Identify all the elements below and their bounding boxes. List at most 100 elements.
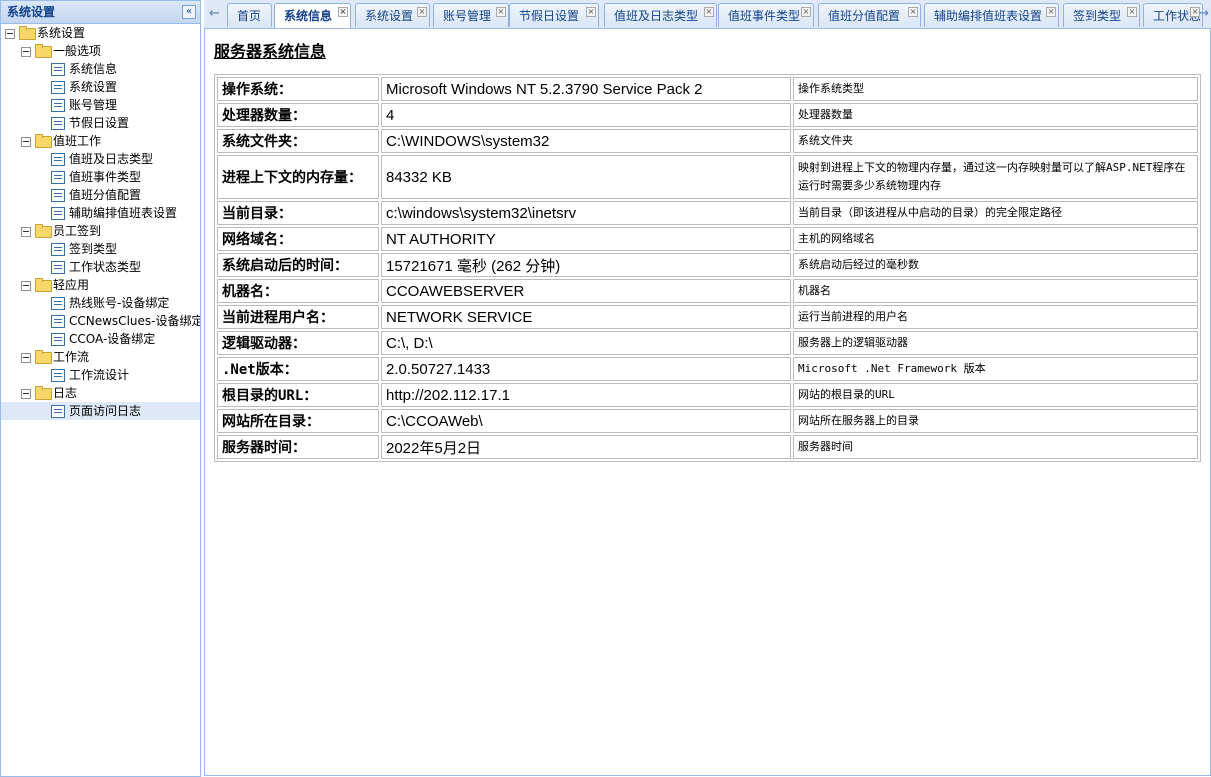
- tree-label: CCNewsClues-设备绑定: [69, 314, 201, 328]
- tab[interactable]: 值班及日志类型 ×: [604, 3, 717, 27]
- info-description: 服务器上的逻辑驱动器: [793, 331, 1198, 355]
- page-icon: [51, 333, 65, 346]
- collapse-toggle-icon[interactable]: [21, 281, 31, 291]
- tree-folder[interactable]: 系统设置: [1, 24, 200, 42]
- info-description: 当前目录（即该进程从中启动的目录）的完全限定路径: [793, 201, 1198, 225]
- tree-label: 热线账号-设备绑定: [69, 296, 170, 310]
- tab-label: 辅助编排值班表设置: [934, 9, 1043, 23]
- tree-leaf[interactable]: 系统信息: [1, 60, 200, 78]
- tab-close-icon[interactable]: ×: [908, 7, 918, 17]
- tab-close-icon[interactable]: ×: [801, 7, 811, 17]
- info-value: C:\CCOAWeb\: [381, 409, 791, 433]
- tree-leaf[interactable]: CCOA-设备绑定: [1, 330, 200, 348]
- tree-label: 系统设置: [37, 26, 86, 40]
- tab-close-icon[interactable]: ×: [417, 7, 427, 17]
- tree-label: 值班分值配置: [69, 188, 142, 202]
- info-key: 网络域名：: [217, 227, 379, 251]
- sidebar-panel: 系统设置 « 系统设置 一般选项 系统信息 系统设置 账号管理 节假日设置 值班工作 值班及日…: [0, 0, 201, 777]
- tree-folder[interactable]: 日志: [1, 384, 200, 402]
- tree-leaf[interactable]: 页面访问日志: [1, 402, 200, 420]
- tab-close-icon[interactable]: ×: [338, 7, 348, 17]
- tree-leaf[interactable]: 值班事件类型: [1, 168, 200, 186]
- tree-label: 工作流设计: [69, 368, 130, 382]
- tree-label: 日志: [53, 386, 78, 400]
- collapse-toggle-icon[interactable]: [21, 353, 31, 363]
- tree-folder[interactable]: 一般选项: [1, 42, 200, 60]
- tree-leaf[interactable]: 签到类型: [1, 240, 200, 258]
- table-row: .Net版本： 2.0.50727.1433 Microsoft .Net Fram…: [217, 357, 1198, 381]
- folder-open-icon: [35, 134, 52, 148]
- tab-close-icon[interactable]: ×: [704, 7, 714, 17]
- tree-label: 节假日设置: [69, 116, 130, 130]
- info-key: .Net版本：: [217, 357, 379, 381]
- tab[interactable]: 值班事件类型 ×: [718, 3, 814, 27]
- info-description: 网站的根目录的URL: [793, 383, 1198, 407]
- tab-close-icon[interactable]: ×: [496, 7, 506, 17]
- tab-label: 账号管理: [443, 9, 492, 23]
- tree-label: CCOA-设备绑定: [69, 332, 156, 346]
- tree-folder[interactable]: 员工签到: [1, 222, 200, 240]
- tab[interactable]: 首页: [227, 3, 272, 27]
- table-row: 网络域名： NT AUTHORITY 主机的网络域名: [217, 227, 1198, 251]
- info-value: NT AUTHORITY: [381, 227, 791, 251]
- info-value: 2.0.50727.1433: [381, 357, 791, 381]
- tree-folder[interactable]: 工作流: [1, 348, 200, 366]
- collapse-toggle-icon[interactable]: [21, 227, 31, 237]
- info-value: 2022年5月2日: [381, 435, 791, 459]
- tab-label: 系统设置: [365, 9, 414, 23]
- info-description: 操作系统类型: [793, 77, 1198, 101]
- collapse-toggle-icon[interactable]: [21, 47, 31, 57]
- page-icon: [51, 261, 65, 274]
- tab[interactable]: 签到类型 ×: [1063, 3, 1140, 27]
- collapse-toggle-icon[interactable]: [5, 29, 15, 39]
- table-row: 根目录的URL： http://202.112.17.1 网站的根目录的URL: [217, 383, 1198, 407]
- tree-label: 轻应用: [53, 278, 90, 292]
- collapse-sidebar-button[interactable]: «: [182, 5, 196, 19]
- collapse-toggle-icon[interactable]: [21, 389, 31, 399]
- tab[interactable]: 节假日设置 ×: [509, 3, 599, 27]
- tab-close-icon[interactable]: ×: [1127, 7, 1137, 17]
- tree-leaf[interactable]: 工作状态类型: [1, 258, 200, 276]
- tree-leaf[interactable]: 节假日设置: [1, 114, 200, 132]
- tree-leaf[interactable]: CCNewsClues-设备绑定: [1, 312, 200, 330]
- folder-open-icon: [35, 386, 52, 400]
- tab[interactable]: 工作状态 ×: [1143, 3, 1203, 27]
- tree-label: 签到类型: [69, 242, 118, 256]
- tree-label: 值班工作: [53, 134, 102, 148]
- tree-leaf[interactable]: 辅助编排值班表设置: [1, 204, 200, 222]
- info-key: 机器名：: [217, 279, 379, 303]
- tree-leaf[interactable]: 热线账号-设备绑定: [1, 294, 200, 312]
- collapse-toggle-icon[interactable]: [21, 137, 31, 147]
- tab-label: 值班及日志类型: [614, 9, 699, 23]
- sidebar-title: 系统设置: [7, 5, 56, 19]
- info-description: Microsoft .Net Framework 版本: [793, 357, 1198, 381]
- info-key: 当前进程用户名：: [217, 305, 379, 329]
- info-key: 处理器数量：: [217, 103, 379, 127]
- tree-leaf[interactable]: 账号管理: [1, 96, 200, 114]
- table-row: 逻辑驱动器： C:\, D:\ 服务器上的逻辑驱动器: [217, 331, 1198, 355]
- tab[interactable]: 账号管理 ×: [433, 3, 509, 27]
- tab-close-icon[interactable]: ×: [586, 7, 596, 17]
- tree-leaf[interactable]: 工作流设计: [1, 366, 200, 384]
- table-row: 系统启动后的时间： 15721671 毫秒 (262 分钟) 系统启动后经过的毫秒数: [217, 253, 1198, 277]
- tree-leaf[interactable]: 系统设置: [1, 78, 200, 96]
- page-icon: [51, 315, 65, 328]
- tab[interactable]: 辅助编排值班表设置 ×: [924, 3, 1059, 27]
- tree-leaf[interactable]: 值班分值配置: [1, 186, 200, 204]
- server-info-table: 操作系统： Microsoft Windows NT 5.2.3790 Servi…: [214, 74, 1201, 462]
- info-key: 逻辑驱动器：: [217, 331, 379, 355]
- tab[interactable]: 系统设置 ×: [355, 3, 430, 27]
- info-value: NETWORK SERVICE: [381, 305, 791, 329]
- scroll-left-icon[interactable]: ←: [209, 6, 220, 21]
- tree-folder[interactable]: 轻应用: [1, 276, 200, 294]
- tree-leaf[interactable]: 值班及日志类型: [1, 150, 200, 168]
- info-description: 运行当前进程的用户名: [793, 305, 1198, 329]
- tab[interactable]: 系统信息 ×: [274, 3, 351, 28]
- page-icon: [51, 297, 65, 310]
- tree-label: 系统信息: [69, 62, 118, 76]
- tree-label: 值班事件类型: [69, 170, 142, 184]
- tab[interactable]: 值班分值配置 ×: [818, 3, 921, 27]
- tree-folder[interactable]: 值班工作: [1, 132, 200, 150]
- tab-close-icon[interactable]: ×: [1046, 7, 1056, 17]
- scroll-right-icon[interactable]: →: [1198, 6, 1209, 21]
